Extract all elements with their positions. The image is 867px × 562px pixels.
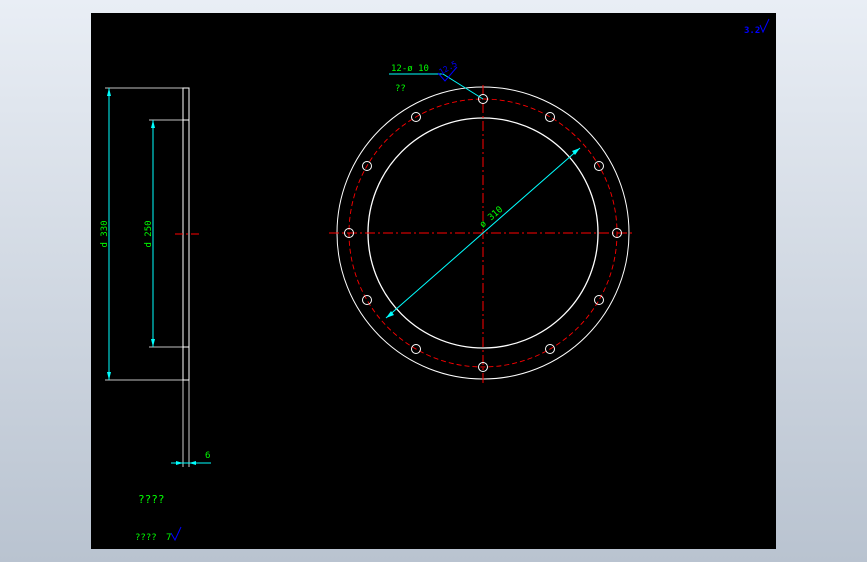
corner-roughness-text: 3.2 <box>744 26 760 36</box>
note-line-2: ???? <box>135 533 157 543</box>
inner-dim-arrow-bottom <box>151 339 155 347</box>
outer-dim-arrow-top <box>107 88 111 96</box>
bolt-hole <box>594 295 604 305</box>
outer-dim-text: d 330 <box>100 220 110 247</box>
inner-dim-text: d 250 <box>144 220 154 247</box>
corner-roughness: 3.2 <box>744 18 770 36</box>
corner-roughness-icon <box>759 18 770 34</box>
side-view: d 330 d 250 6 <box>100 87 211 467</box>
thk-dim-arrow-right <box>189 461 196 465</box>
outer-dim-arrow-bottom <box>107 372 111 380</box>
bolt-hole <box>362 295 372 305</box>
inner-dim-arrow-top <box>151 120 155 128</box>
callout-leader <box>442 73 484 100</box>
bolt-callout-text: 12-ø 10 <box>391 64 429 74</box>
bolt-subnote-text: ?? <box>395 84 406 94</box>
note-line-2-suffix: 7 <box>166 533 171 543</box>
bolt-roughness-symbol: 12.5 <box>438 59 459 82</box>
bolt-hole <box>545 112 555 122</box>
thk-dim-arrow-left <box>176 461 183 465</box>
notes: ???? ???? 7 <box>135 493 182 543</box>
note-line-1: ???? <box>138 493 165 506</box>
drawing-svg: d 330 d 250 6 ø 310 12-ø 10 ?? 12.5 3.2 … <box>100 18 770 543</box>
front-view: ø 310 12-ø 10 ?? 12.5 <box>329 59 635 385</box>
note-roughness-icon <box>170 526 182 542</box>
drawing-canvas[interactable]: d 330 d 250 6 ø 310 12-ø 10 ?? 12.5 3.2 … <box>91 13 776 549</box>
bolt-roughness-text: 12.5 <box>438 59 459 77</box>
thk-dim-text: 6 <box>205 451 210 461</box>
